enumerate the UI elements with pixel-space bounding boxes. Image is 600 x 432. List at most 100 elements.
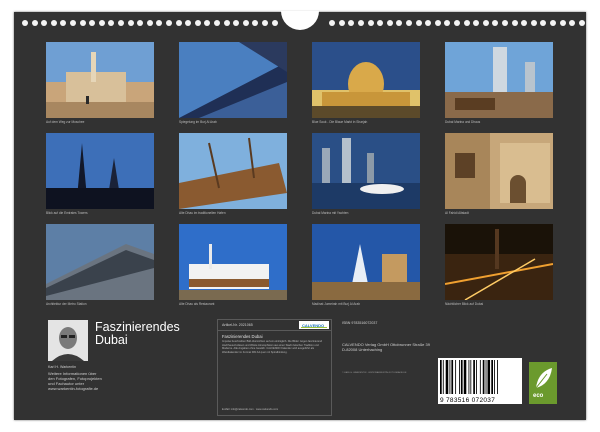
photo-thumbnail-8 [445,133,553,209]
photo-thumbnail-1 [46,42,154,118]
info-title: Faszinierendes Dubai [222,334,263,339]
binding-hole [79,20,86,26]
photo-thumbnail-3 [312,42,420,118]
author-portrait [48,320,88,361]
binding-hole [578,20,585,26]
binding-hole [22,20,28,26]
binding-hole [70,20,76,26]
binding-hole [223,20,230,26]
binding-hole [233,20,240,26]
binding-hole [262,20,268,26]
photo-thumbnail-5 [46,133,154,209]
binding-hole [425,20,432,26]
barcode-bar [476,360,477,394]
binding-hole [185,20,192,26]
photo-caption: Alte Dhau im traditionellen Hafen [179,211,226,215]
binding-hole [559,20,566,26]
binding-hole [406,20,412,26]
binding-hole [348,20,355,26]
photo-caption: Nächtlicher Blick auf Dubai [445,302,484,306]
barcode-bar [440,360,442,394]
binding-hole [521,20,528,26]
binding-hole [511,20,518,26]
binding-hole [204,20,211,26]
barcode-bar [442,360,444,394]
barcode-bar [491,360,493,394]
calendar-back-cover: Auf dem Weg zur Moschee Spiegelung im Bu… [14,11,586,420]
barcode-bar [449,360,451,394]
binding-hole [31,20,38,26]
binding-hole [127,20,134,26]
photo-thumbnail-2 [179,42,287,118]
photo-thumbnail-4 [445,42,553,118]
binding-hole [98,20,105,26]
photo-thumbnail-7 [312,133,420,209]
photo-caption: Alte Dhau als Restaurant [179,302,215,306]
barcode-bar [479,360,481,394]
binding-hole [175,20,182,26]
binding-hole [156,20,163,26]
binding-hole [89,20,96,26]
binding-hole [118,20,124,26]
photo-caption: Madinat Jumeirah mit Burj Al Arab [312,302,361,306]
photo-caption: Dubai Marina und Dhaus [445,120,481,124]
binding-hole [60,20,67,26]
binding-hole [386,20,393,26]
isbn-number: ISBN 9783516072037 [342,321,378,325]
binding-hole [502,20,508,26]
binding-hole [550,20,556,26]
binding-hole [194,20,201,26]
photo-thumbnail-12 [445,224,553,300]
binding-hole [540,20,547,26]
barcode-bar [463,360,467,394]
barcode-bars [440,360,498,394]
barcode-bar [455,360,457,394]
binding-hole [367,20,374,26]
author-name: Karl H. Warkentin [48,365,77,369]
calvendo-logo-line [301,327,327,328]
barcode-bar [460,360,463,394]
barcode-bar [468,360,470,394]
photo-caption: Spiegelung im Burj Al Arab [179,120,217,124]
publisher-address: CALVENDO Verlag GmbH Ottobrunner Straße … [342,342,430,352]
photo-caption: Architektur der Metro Station [46,302,87,306]
photo-caption: Blick auf die Emirates Towers [46,211,88,215]
binding-hole [329,20,336,26]
binding-hole [444,20,451,26]
calvendo-logo: CALVENDO [299,321,329,329]
barcode-bar [482,360,485,394]
photo-thumbnail-6 [179,133,287,209]
binding-hole [271,20,278,26]
photo-caption: Dubai Marina mit Yachten [312,211,349,215]
eco-label: eco [533,393,544,399]
barcode-bar [485,360,487,394]
photo-thumbnail-11 [312,224,420,300]
binding-hole [50,20,57,26]
barcode-bar [470,360,472,394]
binding-hole [146,20,153,26]
barcode-digits: 9 783516 072037 [440,397,496,404]
copyright-line: © KARL H. WARKENTIN · WWW.WARKENTIN-FOTO… [342,372,407,374]
binding-hole [108,20,115,26]
binding-hole [358,20,364,26]
author-info: Weitere Informationen über den Fotografe… [48,371,102,391]
binding-hole [214,20,220,26]
binding-hole [569,20,576,26]
photo-thumbnail-10 [179,224,287,300]
product-info-box: Artikel-Nr. 2021065 CALVENDO Faszinieren… [217,319,332,416]
barcode-bar [451,360,454,394]
binding-hole [482,20,489,26]
article-number: Artikel-Nr. 2021065 [222,323,253,327]
binding-hole [492,20,499,26]
info-contact: E-Mail: info@calvendo.com · www.calvendo… [222,408,279,411]
photo-thumbnail-9 [46,224,154,300]
photo-caption: Al Fahidi Altstadt [445,211,469,215]
binding-hole [454,20,460,26]
binding-hole [377,20,384,26]
barcode-bar [445,360,449,394]
photo-caption: Auf dem Weg zur Moschee [46,120,85,124]
binding-hole [396,20,403,26]
info-header: Artikel-Nr. 2021065 CALVENDO [218,320,331,331]
binding-hole [473,20,480,26]
barcode-bar [487,360,491,394]
